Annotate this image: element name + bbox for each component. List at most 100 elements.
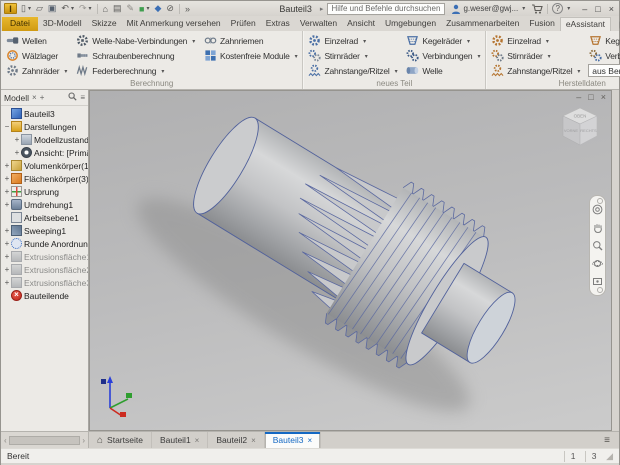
ribbon-button-kostenfreie-module[interactable]: Kostenfreie Module▾ xyxy=(203,49,298,63)
menu-tab-fusion[interactable]: Fusion xyxy=(524,17,560,31)
browser-menu-icon[interactable]: ≡ xyxy=(80,93,85,102)
ribbon-button-zahnstange-ritzel[interactable]: Zahnstange/Ritzel▾ xyxy=(490,64,581,78)
undo-icon[interactable]: ↶▾ xyxy=(59,2,76,15)
menu-tab-eassistant[interactable]: eAssistant xyxy=(560,17,611,31)
menu-tab-verwalten[interactable]: Verwalten xyxy=(295,17,342,31)
ribbon-button-einzelrad[interactable]: Einzelrad▾ xyxy=(490,34,581,48)
close-tab-icon[interactable]: × xyxy=(307,436,312,445)
doc-close-icon[interactable]: × xyxy=(601,92,606,102)
home-icon[interactable]: ⌂ xyxy=(101,2,110,15)
menu-tab-prüfen[interactable]: Prüfen xyxy=(226,17,261,31)
open-icon[interactable]: ▱ xyxy=(34,2,45,15)
tree-item-ursprung[interactable]: +Ursprung xyxy=(1,185,88,198)
tree-expander-icon[interactable]: + xyxy=(3,161,11,170)
tree-item-extrusionsfläche1[interactable]: +Extrusionsfläche1 xyxy=(1,250,88,263)
scroll-right-icon[interactable]: › xyxy=(82,436,85,445)
tree-expander-icon[interactable]: + xyxy=(3,200,11,209)
tree-item-bauteil3[interactable]: Bauteil3 xyxy=(1,107,88,120)
help-icon[interactable]: ? xyxy=(552,3,563,14)
view-cube[interactable]: OBEN VORNE RECHTS xyxy=(557,103,603,153)
tab-list-menu-icon[interactable]: ≡ xyxy=(595,432,619,448)
close-panel-icon[interactable]: × xyxy=(32,93,37,102)
save-icon[interactable]: ▣ xyxy=(46,2,59,15)
ribbon-display-toggle[interactable]: ▾ xyxy=(611,21,620,31)
menu-tab-3d-modell[interactable]: 3D-Modell xyxy=(38,17,87,31)
ribbon-button-verbindungen[interactable]: Verbindungen▾ xyxy=(405,49,481,63)
doc-tab-bauteil1[interactable]: Bauteil1× xyxy=(152,432,208,448)
tree-expander-icon[interactable]: + xyxy=(3,239,11,248)
tree-item-extrusionsfläche2[interactable]: +Extrusionsfläche2 xyxy=(1,263,88,276)
ribbon-button-wälzlager[interactable]: Wälzlager xyxy=(5,49,68,63)
ribbon-button-schraubenberechnung[interactable]: Schraubenberechnung xyxy=(75,49,196,63)
doc-tab-bauteil2[interactable]: Bauteil2× xyxy=(208,432,264,448)
tree-item-umdrehung1[interactable]: +Umdrehung1 xyxy=(1,198,88,211)
ribbon-button-welle-nabe-verbindungen[interactable]: Welle-Nabe-Verbindungen▾ xyxy=(75,34,196,48)
ribbon-button-zahnriemen[interactable]: Zahnriemen xyxy=(203,34,298,48)
menu-tab-extras[interactable]: Extras xyxy=(261,17,295,31)
tree-expander-icon[interactable]: + xyxy=(3,265,11,274)
orbit-icon[interactable] xyxy=(592,258,603,269)
plug-icon[interactable]: ◆ xyxy=(152,2,163,15)
doc-tab-bauteil3[interactable]: Bauteil3× xyxy=(265,432,321,448)
tree-expander-icon[interactable]: + xyxy=(3,187,11,196)
tree-item-ansicht-primär[interactable]: +Ansicht: [Primär xyxy=(1,146,88,159)
tree-expander-icon[interactable]: − xyxy=(3,122,11,131)
tree-item-modellzustand[interactable]: +Modellzustand: xyxy=(1,133,88,146)
tree-item-runde-anordnung1[interactable]: +Runde Anordnung1 xyxy=(1,237,88,250)
resize-grip-icon[interactable]: ◢ xyxy=(606,451,613,462)
tree-expander-icon[interactable]: + xyxy=(3,252,11,261)
scrollbar-thumb[interactable] xyxy=(9,436,81,445)
search-expand-icon[interactable]: ▸ xyxy=(320,5,324,13)
tree-item-volumenkörper-1[interactable]: +Volumenkörper(1) xyxy=(1,159,88,172)
zoom-icon[interactable] xyxy=(592,240,603,251)
tree-expander-icon[interactable]: + xyxy=(3,278,11,287)
ribbon-button-einzelrad[interactable]: Einzelrad▾ xyxy=(307,34,398,48)
tree-expander-icon[interactable]: + xyxy=(3,226,11,235)
minimize-window-icon[interactable]: – xyxy=(582,4,587,14)
close-tab-icon[interactable]: × xyxy=(195,436,200,445)
menu-tab-skizze[interactable]: Skizze xyxy=(87,17,122,31)
menu-tab-ansicht[interactable]: Ansicht xyxy=(342,17,380,31)
pan-icon[interactable] xyxy=(592,222,603,233)
more-commands-icon[interactable]: » xyxy=(183,2,192,15)
3d-viewport[interactable]: – □ × OBEN VORNE RECHTS xyxy=(89,90,612,431)
ribbon-button-welle[interactable]: Welle xyxy=(405,64,481,78)
ribbon-button-kegelräder[interactable]: Kegelräder▾ xyxy=(405,34,481,48)
tree-item-bauteilende[interactable]: Bauteilende xyxy=(1,289,88,302)
menu-tab-umgebungen[interactable]: Umgebungen xyxy=(380,17,441,31)
ribbon-button-kegelräder[interactable]: Kegelräder▾ xyxy=(588,34,620,48)
doc-minimize-icon[interactable]: – xyxy=(576,92,581,102)
ribbon-button-zahnräder[interactable]: Zahnräder▾ xyxy=(5,64,68,78)
close-window-icon[interactable]: × xyxy=(609,4,614,14)
ribbon-button-zahnstange-ritzel[interactable]: Zahnstange/Ritzel▾ xyxy=(307,64,398,78)
manufacturing-source-combo[interactable]: aus Berechnung▾ xyxy=(588,64,620,77)
doc-tab-startseite[interactable]: ⌂Startseite xyxy=(89,432,152,448)
scroll-left-icon[interactable]: ‹ xyxy=(4,436,7,445)
look-at-icon[interactable] xyxy=(592,276,603,287)
maximize-window-icon[interactable]: □ xyxy=(595,4,600,14)
app-store-cart-icon[interactable] xyxy=(531,4,543,14)
ribbon-button-wellen[interactable]: Wellen xyxy=(5,34,68,48)
tree-item-extrusionsfläche3[interactable]: +Extrusionsfläche3 xyxy=(1,276,88,289)
material-icon[interactable]: ■▾ xyxy=(137,2,151,15)
model-canvas[interactable] xyxy=(90,91,611,430)
tree-item-arbeitsebene1[interactable]: Arbeitsebene1 xyxy=(1,211,88,224)
tree-expander-icon[interactable]: + xyxy=(3,174,11,183)
menu-tab-zusammenarbeiten[interactable]: Zusammenarbeiten xyxy=(441,17,524,31)
sketch-icon[interactable]: ✎ xyxy=(124,2,136,15)
tree-expander-icon[interactable]: + xyxy=(13,148,21,157)
navigation-wheel-icon[interactable] xyxy=(592,204,603,215)
menu-tab-datei[interactable]: Datei xyxy=(2,17,38,31)
ribbon-button-federberechnung[interactable]: Federberechnung▾ xyxy=(75,64,196,78)
inventor-logo[interactable]: I xyxy=(4,3,17,14)
ribbon-button-stirnräder[interactable]: Stirnräder▾ xyxy=(307,49,398,63)
ribbon-button-verbindungen[interactable]: Verbindungen▾ xyxy=(588,49,620,63)
ribbon-button-stirnräder[interactable]: Stirnräder▾ xyxy=(490,49,581,63)
tree-expander-icon[interactable]: + xyxy=(13,135,21,144)
redo-icon[interactable]: ↷▾ xyxy=(77,2,94,15)
doc-restore-icon[interactable]: □ xyxy=(588,92,593,102)
tree-item-sweeping1[interactable]: +Sweeping1 xyxy=(1,224,88,237)
tree-item-flächenkörper-3[interactable]: +Flächenkörper(3) xyxy=(1,172,88,185)
search-input[interactable] xyxy=(327,3,445,15)
user-account-menu[interactable]: g.weser@gwj... ▾ xyxy=(451,4,525,14)
